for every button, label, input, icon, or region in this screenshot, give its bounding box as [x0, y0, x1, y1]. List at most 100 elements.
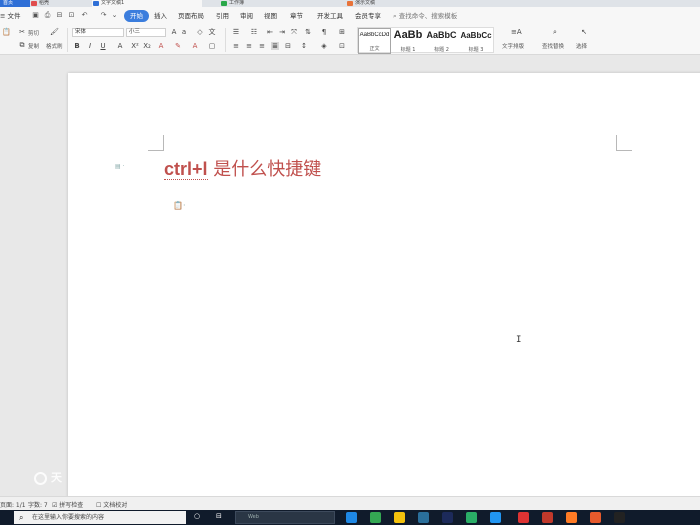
strikethrough-icon[interactable]: A — [116, 42, 124, 50]
tab-workbook[interactable]: 工作簿 — [220, 0, 320, 7]
customize-icon[interactable]: ⌄ — [110, 11, 119, 20]
copy-button-label[interactable]: 复制 — [28, 42, 39, 50]
tab-start[interactable]: 开始 — [124, 10, 149, 22]
shading-icon[interactable]: ◈ — [320, 42, 328, 50]
format-painter-icon[interactable]: 🖌 — [50, 28, 59, 36]
char-border-icon[interactable]: ▢ — [208, 42, 216, 50]
font-name-select[interactable]: 宋体 — [72, 28, 124, 37]
style-normal[interactable]: AaBbCcDd 正文 — [358, 28, 391, 54]
underline-icon[interactable]: U — [99, 42, 107, 50]
distribute-icon[interactable]: ⊟ — [284, 42, 292, 50]
command-search[interactable]: ⌕ 查找命令、搜索模板 — [393, 10, 457, 22]
export-icon[interactable]: ⎙ — [43, 11, 52, 20]
tab-member[interactable]: 会员专享 — [355, 10, 381, 22]
line-spacing-icon[interactable]: ↕ — [300, 42, 308, 50]
tab-references[interactable]: 引用 — [216, 10, 229, 22]
shrink-font-icon[interactable]: a — [180, 28, 188, 36]
italic-icon[interactable]: I — [86, 42, 94, 50]
tab-developer[interactable]: 开发工具 — [317, 10, 343, 22]
taskbar-search-input[interactable]: ⌕ 在这里输入你要搜索的内容 — [14, 511, 186, 524]
tab-home[interactable]: 首页 — [0, 0, 30, 7]
tab-docer[interactable]: 稻壳 — [30, 0, 80, 7]
tab-presentation[interactable]: 演示文稿 — [346, 0, 446, 7]
superscript-icon[interactable]: X² — [131, 42, 139, 50]
chrome-icon[interactable] — [370, 512, 381, 523]
text-effect-icon[interactable]: A — [157, 42, 165, 50]
task-view-icon[interactable]: ○ — [194, 512, 200, 520]
format-painter-label[interactable]: 格式刷 — [46, 42, 63, 50]
tab-sections[interactable]: 章节 — [290, 10, 303, 22]
bold-icon[interactable]: B — [73, 42, 81, 50]
multitask-icon[interactable]: ⊟ — [216, 512, 222, 520]
doc-proof-toggle[interactable]: ☐ 文档校对 — [96, 500, 127, 509]
align-center-icon[interactable]: ≡ — [245, 42, 253, 50]
justify-icon[interactable]: ≣ — [271, 42, 279, 50]
style-heading-1[interactable]: AaBb 标题 1 — [392, 28, 424, 54]
copy-icon[interactable]: ⧉ — [18, 41, 26, 49]
decrease-indent-icon[interactable]: ⇤ — [266, 28, 274, 36]
margin-corner-top-left — [148, 135, 164, 151]
document-canvas[interactable]: ▤ · ctrl+l 是什么快捷键 📋· I — [0, 56, 700, 513]
search-icon: ⌕ — [19, 513, 24, 522]
menu-file[interactable]: ≡ 文件 — [0, 10, 21, 22]
align-right-icon[interactable]: ≡ — [258, 42, 266, 50]
print-icon[interactable]: ⊟ — [55, 11, 64, 20]
phonetic-icon[interactable]: 文 — [208, 28, 216, 36]
word-count[interactable]: 字数: 7 — [28, 500, 48, 509]
tab-page-layout[interactable]: 页面布局 — [178, 10, 204, 22]
paste-icon[interactable]: 📋 — [2, 28, 11, 36]
style-heading-2[interactable]: AaBbC 标题 2 — [425, 28, 458, 54]
font-color-icon[interactable]: A — [191, 42, 199, 50]
edge-browser-icon[interactable] — [346, 512, 357, 523]
clear-format-icon[interactable]: ◇ — [196, 28, 204, 36]
increase-indent-icon[interactable]: ⇥ — [278, 28, 286, 36]
tab-document[interactable]: 文字文稿1 — [92, 0, 202, 7]
numbering-icon[interactable]: ☷ — [250, 28, 258, 36]
taskbar-web-search[interactable]: Web — [235, 511, 335, 524]
style-heading-3[interactable]: AaBbCc 标题 3 — [459, 28, 493, 54]
cut-button-label[interactable]: 剪切 — [28, 29, 39, 37]
align-left-icon[interactable]: ≡ — [232, 42, 240, 50]
bullets-icon[interactable]: ☰ — [232, 28, 240, 36]
wps-writer-taskbar-icon[interactable] — [590, 512, 601, 523]
wechat-icon[interactable] — [466, 512, 477, 523]
find-replace-button[interactable]: 查找替换 — [542, 42, 564, 50]
select-cursor-icon[interactable]: ↖ — [580, 28, 588, 36]
file-explorer-icon[interactable] — [394, 512, 405, 523]
firefox-icon[interactable] — [566, 512, 577, 523]
tab-review[interactable]: 审阅 — [240, 10, 253, 22]
table-icon[interactable]: ⊞ — [338, 28, 346, 36]
borders-icon[interactable]: ⊡ — [338, 42, 346, 50]
text-layout-button[interactable]: 文字排版 — [502, 42, 524, 50]
subscript-icon[interactable]: X₂ — [143, 42, 151, 50]
document-page[interactable]: ▤ · ctrl+l 是什么快捷键 📋· I — [68, 73, 700, 513]
tab-view[interactable]: 视图 — [264, 10, 277, 22]
tab-insert[interactable]: 插入 — [154, 10, 167, 22]
chinese-layout-icon[interactable]: ⤧ — [290, 28, 298, 36]
select-button[interactable]: 选择 — [576, 42, 587, 50]
highlight-icon[interactable]: ✎ — [174, 42, 182, 50]
document-heading[interactable]: ctrl+l 是什么快捷键 — [164, 155, 321, 181]
save-icon[interactable]: ▣ — [31, 11, 40, 20]
text-layout-icon[interactable]: ≡A — [511, 28, 522, 36]
photoshop-icon[interactable] — [442, 512, 453, 523]
preview-icon[interactable]: ⊡ — [67, 11, 76, 20]
grow-font-icon[interactable]: A — [170, 28, 178, 36]
show-marks-icon[interactable]: ¶ — [320, 28, 328, 36]
spell-check-toggle[interactable]: ☑ 拼写检查 — [52, 500, 83, 509]
sort-icon[interactable]: ⇅ — [304, 28, 312, 36]
find-replace-icon[interactable]: ⌕ — [551, 28, 559, 36]
undo-icon[interactable]: ↶ — [80, 11, 89, 20]
wps-office-icon[interactable] — [518, 512, 529, 523]
paragraph-handle-icon[interactable]: ▤ · — [115, 163, 124, 170]
margin-corner-top-right — [616, 135, 632, 151]
page-count[interactable]: 页面: 1/1 — [0, 500, 26, 509]
app-icon-red[interactable] — [542, 512, 553, 523]
paste-options-icon[interactable]: 📋· — [173, 201, 186, 210]
redo-icon[interactable]: ↷ — [99, 11, 108, 20]
font-size-select[interactable]: 小三 — [126, 28, 166, 37]
capcut-icon[interactable] — [614, 512, 625, 523]
cut-icon[interactable]: ✂ — [18, 28, 26, 36]
qq-icon[interactable] — [490, 512, 501, 523]
store-icon[interactable] — [418, 512, 429, 523]
